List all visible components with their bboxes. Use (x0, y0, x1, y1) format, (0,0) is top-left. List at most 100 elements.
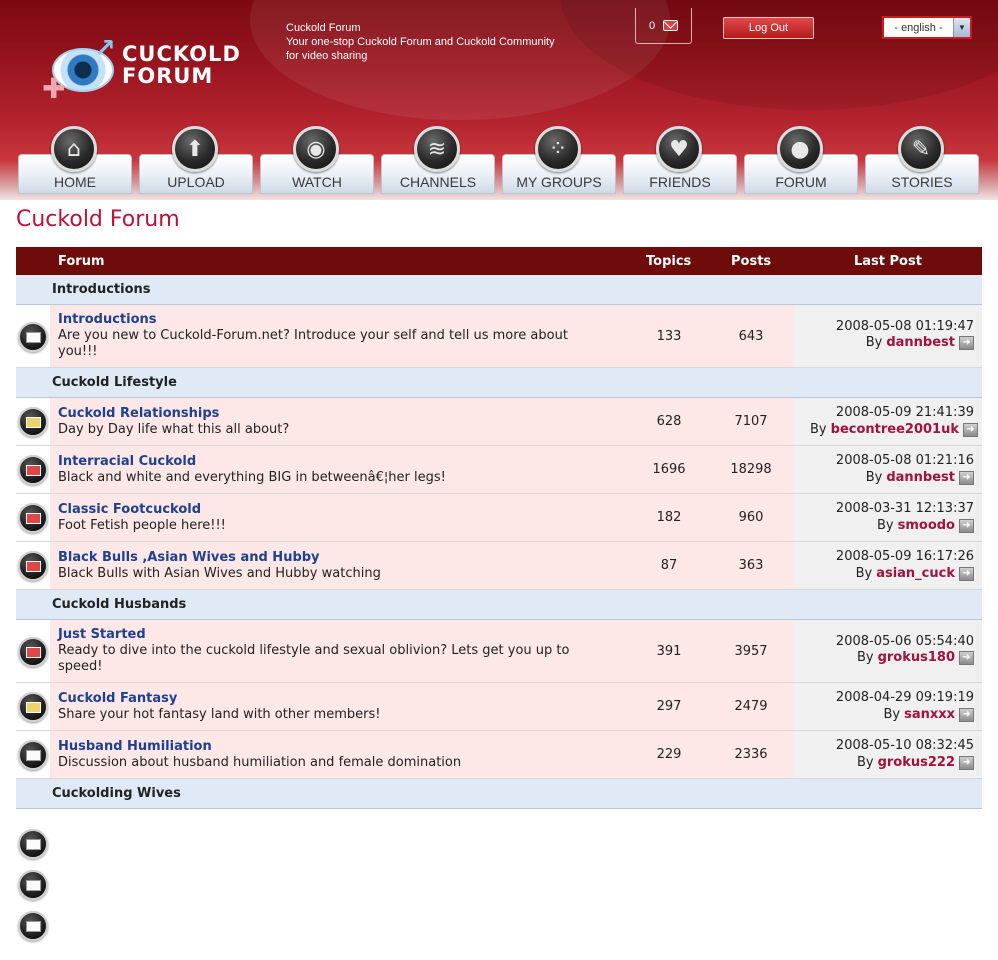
database-stack-icon: ≋ (414, 126, 460, 172)
last-post-user[interactable]: dannbest (886, 335, 955, 350)
chevron-down-icon[interactable]: ▼ (953, 18, 970, 37)
category-name: Cuckolding Wives (52, 786, 181, 801)
category-row: Introductions (16, 275, 982, 305)
site-logo[interactable]: ↗ ✚ CUCKOLD FORUM (40, 34, 240, 106)
last-post-user[interactable]: grokus180 (878, 650, 955, 665)
language-select[interactable]: - english - ▼ (882, 16, 972, 39)
last-post-date: 2008-05-09 16:17:26 (835, 549, 974, 564)
header-forum: Forum (58, 254, 105, 269)
forum-icon-cell (16, 446, 50, 493)
last-post-user[interactable]: grokus222 (878, 755, 955, 770)
posts-count: 2479 (734, 699, 768, 714)
forum-row: Classic Footcuckold Foot Fetish people h… (16, 494, 982, 542)
forum-title-link[interactable]: Just Started (58, 627, 146, 642)
nav-label: FORUM (775, 174, 827, 190)
header-posts: Posts (731, 254, 772, 269)
forum-title-link[interactable]: Cuckold Fantasy (58, 691, 177, 706)
by-label: By (856, 650, 874, 665)
forum-icon-cell (16, 494, 50, 541)
envelope-icon (18, 551, 48, 581)
last-post-date: 2008-05-06 05:54:40 (835, 634, 974, 649)
forum-row: Cuckold Fantasy Share your hot fantasy l… (16, 683, 982, 731)
topics-count: 133 (656, 329, 682, 344)
forum-icon-cell (16, 398, 50, 445)
category-row: Cuckold Husbands (16, 590, 982, 620)
posts-count: 3957 (734, 644, 768, 659)
nav-label: HOME (54, 174, 96, 190)
go-to-post-icon[interactable]: ➜ (959, 755, 974, 770)
mail-folder-icon (18, 407, 48, 437)
by-label: By (855, 566, 873, 581)
by-label: By (856, 755, 874, 770)
last-post-date: 2008-03-31 12:13:37 (835, 501, 974, 516)
forum-description: Share your hot fantasy land with other m… (58, 707, 381, 722)
forum-title-link[interactable]: Interracial Cuckold (58, 454, 196, 469)
forum-title-link[interactable]: Introductions (58, 312, 157, 327)
nav-label: FRIENDS (649, 174, 711, 190)
nav-friends[interactable]: ♥ FRIENDS (623, 126, 737, 196)
by-label: By (883, 707, 901, 722)
go-to-post-icon[interactable]: ➜ (959, 566, 974, 581)
forum-title-link[interactable]: Classic Footcuckold (58, 502, 201, 517)
folder-icon (18, 829, 48, 859)
forum-row: Cuckold Relationships Day by Day life wh… (16, 398, 982, 446)
last-post-by: By dannbest ➜ (866, 470, 974, 485)
topics-count: 182 (656, 510, 682, 525)
forum-title-link[interactable]: Cuckold Relationships (58, 406, 219, 421)
last-post-user[interactable]: becontree2001uk (831, 422, 959, 437)
nav-label: WATCH (292, 174, 342, 190)
forum-row: Introductions Are you new to Cuckold-For… (16, 305, 982, 368)
forum-row: Interracial Cuckold Black and white and … (16, 446, 982, 494)
last-post-user[interactable]: asian_cuck (876, 566, 955, 581)
go-to-post-icon[interactable]: ➜ (959, 470, 974, 485)
nav-forum[interactable]: ● FORUM (744, 126, 858, 196)
nav-label: MY GROUPS (516, 174, 602, 190)
logout-button[interactable]: Log Out (723, 17, 814, 39)
last-post-date: 2008-05-09 21:41:39 (835, 405, 974, 420)
last-post-by: By sanxxx ➜ (883, 707, 974, 722)
nav-watch[interactable]: ◉ WATCH (260, 126, 374, 196)
topics-count: 87 (660, 558, 678, 573)
forum-description: Black and white and everything BIG in be… (58, 470, 446, 485)
forward-mail-icon (18, 740, 48, 770)
go-to-post-icon[interactable]: ➜ (959, 335, 974, 350)
last-post-user[interactable]: dannbest (886, 470, 955, 485)
flag-mail-icon (18, 455, 48, 485)
last-post-user[interactable]: sanxxx (904, 707, 955, 722)
posts-count: 18298 (730, 462, 772, 477)
nav-channels[interactable]: ≋ CHANNELS (381, 126, 495, 196)
last-post-by: By becontree2001uk ➜ (810, 422, 978, 437)
header-topics: Topics (646, 254, 692, 269)
forum-icon-cell (16, 542, 50, 589)
topics-count: 391 (656, 644, 682, 659)
forum-description: Ready to dive into the cuckold lifestyle… (58, 643, 570, 674)
last-post-date: 2008-04-29 09:19:19 (835, 690, 974, 705)
message-count: 0 (648, 19, 656, 32)
go-to-post-icon[interactable]: ➜ (963, 422, 978, 437)
last-post-user[interactable]: smoodo (898, 518, 955, 533)
nav-stories[interactable]: ✎ STORIES (865, 126, 979, 196)
by-label: By (810, 422, 827, 437)
go-to-post-icon[interactable]: ➜ (959, 707, 974, 722)
last-post-date: 2008-05-08 01:21:16 (835, 453, 974, 468)
chat-bubble-icon: ● (777, 126, 823, 172)
nav-my-groups[interactable]: ⁘ MY GROUPS (502, 126, 616, 196)
nav-label: CHANNELS (399, 174, 477, 190)
forum-title-link[interactable]: Husband Humiliation (58, 739, 212, 754)
forum-description: Day by Day life what this all about? (58, 422, 290, 437)
forum-table: Forum Topics Posts Last Post Introductio… (16, 247, 982, 809)
language-value: - english - (894, 21, 943, 34)
go-to-post-icon[interactable]: ➜ (959, 518, 974, 533)
forum-row: Husband Humiliation Discussion about hus… (16, 731, 982, 779)
messages-button[interactable]: 0 (635, 8, 692, 44)
heart-plus-icon: ♥ (656, 126, 702, 172)
forum-title-link[interactable]: Black Bulls ,Asian Wives and Hubby (58, 550, 320, 565)
last-post-by: By asian_cuck ➜ (856, 566, 974, 581)
tagline-line-1: Cuckold Forum (286, 22, 361, 34)
nav-upload[interactable]: ⬆ UPLOAD (139, 126, 253, 196)
nav-home[interactable]: ⌂ HOME (18, 126, 132, 196)
go-to-post-icon[interactable]: ➜ (959, 650, 974, 665)
posts-count: 2336 (734, 747, 768, 762)
category-row: Cuckolding Wives (16, 779, 982, 809)
site-header: ↗ ✚ CUCKOLD FORUM Cuckold Forum Your one… (0, 0, 998, 200)
